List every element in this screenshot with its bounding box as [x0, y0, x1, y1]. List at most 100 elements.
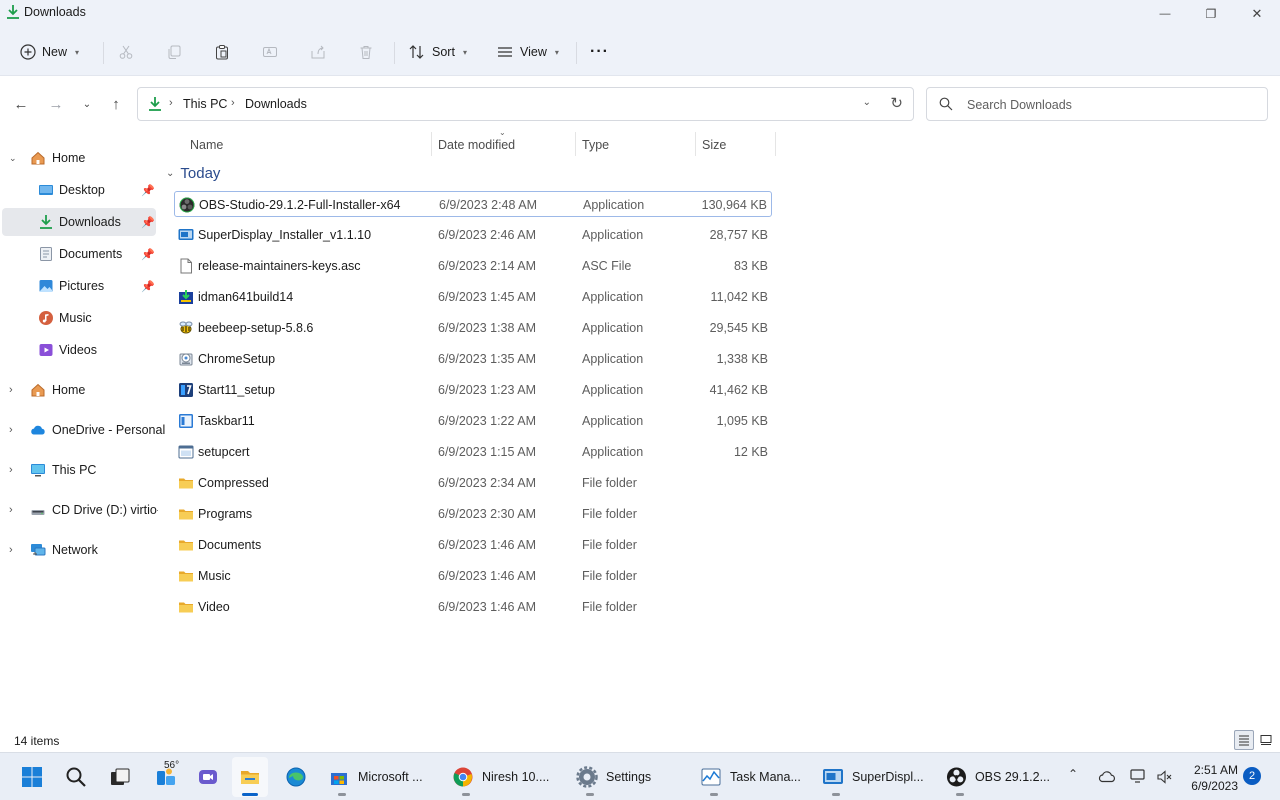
file-row[interactable]: Start11_setup 6/9/2023 1:23 AM Applicati…	[174, 377, 772, 403]
widgets-button[interactable]: 56°	[146, 757, 186, 797]
start-button[interactable]	[14, 757, 50, 797]
volume-muted-icon[interactable]	[1156, 769, 1172, 785]
sidebar-item-pictures[interactable]: Pictures 📌	[0, 272, 158, 300]
column-divider[interactable]	[775, 132, 776, 156]
rename-button[interactable]	[262, 38, 278, 66]
taskbar-app-settings[interactable]: Settings	[570, 757, 680, 797]
up-button[interactable]: ↑	[104, 92, 128, 116]
address-dropdown-icon[interactable]: ⌄	[863, 97, 871, 108]
chevron-right-icon[interactable]: ›	[9, 424, 13, 436]
chevron-right-icon[interactable]: ›	[9, 384, 13, 396]
group-header-today[interactable]: ⌄ Today	[166, 165, 220, 182]
file-row[interactable]: SuperDisplay_Installer_v1.1.10 6/9/2023 …	[174, 222, 772, 248]
share-icon	[311, 45, 325, 59]
file-date: 6/9/2023 1:15 AM	[438, 445, 536, 459]
address-bar[interactable]: › This PC › Downloads ⌄ ↻	[137, 87, 914, 121]
column-divider[interactable]	[575, 132, 576, 156]
column-header-type[interactable]: Type	[582, 138, 609, 158]
taskbar-app-task-manager[interactable]: Task Mana...	[694, 757, 804, 797]
maximize-button[interactable]: ❐	[1188, 0, 1234, 28]
tiles-view-button[interactable]	[1256, 730, 1276, 750]
chevron-down-icon[interactable]: ⌄	[9, 153, 17, 164]
file-row[interactable]: beebeep-setup-5.8.6 6/9/2023 1:38 AM App…	[174, 315, 772, 341]
show-hidden-icons-chevron-up-icon[interactable]: ⌃	[1068, 767, 1078, 781]
copy-button[interactable]	[166, 38, 182, 66]
chevron-right-icon[interactable]: ›	[9, 544, 13, 556]
taskbar-app-chrome[interactable]: Niresh 10....	[446, 757, 556, 797]
sidebar-item-home[interactable]: ⌄ Home	[0, 144, 158, 172]
task-view-button[interactable]	[102, 757, 138, 797]
file-row[interactable]: setupcert 6/9/2023 1:15 AM Application 1…	[174, 439, 772, 465]
close-button[interactable]: ✕	[1234, 0, 1280, 28]
taskbar-app-obs[interactable]: OBS 29.1.2...	[940, 757, 1050, 797]
network-tray-icon[interactable]	[1130, 768, 1148, 784]
paste-button[interactable]	[214, 38, 230, 66]
sort-button[interactable]: Sort ▾	[408, 38, 467, 66]
cut-button[interactable]	[118, 38, 134, 66]
file-row[interactable]: OBS-Studio-29.1.2-Full-Installer-x64 6/9…	[174, 191, 772, 217]
column-header-size[interactable]: Size	[702, 138, 726, 158]
forward-button[interactable]: →	[44, 92, 68, 116]
edge-button[interactable]	[278, 757, 314, 797]
details-view-button[interactable]	[1234, 730, 1254, 750]
teams-chat-button[interactable]	[190, 757, 226, 797]
file-row[interactable]: Taskbar11 6/9/2023 1:22 AM Application 1…	[174, 408, 772, 434]
file-size: 130,964 KB	[701, 198, 767, 212]
pin-icon: 📌	[141, 216, 155, 229]
taskbar-app-label: OBS 29.1.2...	[974, 770, 1050, 784]
sidebar-item-onedrive[interactable]: › OneDrive - Personal	[0, 416, 165, 444]
view-button[interactable]: View ▾	[496, 38, 559, 66]
column-divider[interactable]	[695, 132, 696, 156]
file-explorer-button[interactable]	[232, 757, 268, 797]
chevron-right-icon[interactable]: ›	[9, 504, 13, 516]
column-header-date-modified[interactable]: Date modified	[438, 138, 515, 158]
network-icon	[31, 544, 46, 556]
breadcrumb-downloads[interactable]: Downloads	[245, 97, 307, 111]
file-type: File folder	[582, 569, 637, 583]
search-input[interactable]	[967, 95, 1257, 115]
system-clock[interactable]: 2:51 AM 6/9/2023	[1186, 762, 1238, 794]
sidebar-item-home-2[interactable]: › Home	[0, 376, 158, 404]
new-button[interactable]: New ▾	[20, 38, 79, 66]
notification-badge[interactable]: 2	[1243, 767, 1261, 785]
folder-row[interactable]: Video 6/9/2023 1:46 AM File folder	[174, 594, 772, 620]
folder-row[interactable]: Documents 6/9/2023 1:46 AM File folder	[174, 532, 772, 558]
sidebar-item-this-pc[interactable]: › This PC	[0, 456, 158, 484]
column-header-name[interactable]: Name	[190, 138, 223, 158]
weather-temperature: 56°	[164, 760, 180, 771]
onedrive-tray-icon[interactable]	[1098, 769, 1116, 783]
folder-row[interactable]: Compressed 6/9/2023 2:34 AM File folder	[174, 470, 772, 496]
chevron-right-icon[interactable]: ›	[9, 464, 13, 476]
search-box[interactable]	[926, 87, 1268, 121]
clock-time: 2:51 AM	[1193, 763, 1238, 777]
file-size: 1,095 KB	[716, 414, 768, 428]
file-row[interactable]: release-maintainers-keys.asc 6/9/2023 2:…	[174, 253, 772, 279]
breadcrumb-this-pc[interactable]: This PC	[183, 97, 227, 111]
sidebar-item-downloads[interactable]: Downloads 📌	[2, 208, 156, 236]
share-button[interactable]	[310, 38, 326, 66]
taskbar-app-superdisplay[interactable]: SuperDispl...	[816, 757, 928, 797]
delete-button[interactable]	[358, 38, 374, 66]
file-type: Application	[583, 198, 645, 212]
minimize-button[interactable]: —	[1142, 0, 1188, 28]
file-date: 6/9/2023 1:35 AM	[438, 352, 536, 366]
sidebar-item-videos[interactable]: Videos	[0, 336, 158, 364]
sidebar-item-music[interactable]: Music	[0, 304, 158, 332]
windows-logo-icon	[22, 767, 42, 787]
sidebar-item-network[interactable]: › Network	[0, 536, 158, 564]
file-row[interactable]: ChromeSetup 6/9/2023 1:35 AM Application…	[174, 346, 772, 372]
file-row[interactable]: idman641build14 6/9/2023 1:45 AM Applica…	[174, 284, 772, 310]
sidebar-item-label: Documents	[59, 247, 123, 261]
column-divider[interactable]	[431, 132, 432, 156]
taskbar-app-microsoft-store[interactable]: Microsoft ...	[322, 757, 432, 797]
recent-locations-button[interactable]: ⌄	[75, 92, 99, 116]
more-options-button[interactable]: ···	[590, 38, 609, 66]
sidebar-item-cd-drive[interactable]: › CD Drive (D:) virtio-win	[0, 496, 158, 524]
sidebar-item-documents[interactable]: Documents 📌	[0, 240, 158, 268]
folder-row[interactable]: Programs 6/9/2023 2:30 AM File folder	[174, 501, 772, 527]
back-button[interactable]: ←	[9, 92, 33, 116]
folder-row[interactable]: Music 6/9/2023 1:46 AM File folder	[174, 563, 772, 589]
refresh-icon[interactable]: ↻	[890, 94, 903, 112]
search-button[interactable]	[58, 757, 94, 797]
sidebar-item-desktop[interactable]: Desktop 📌	[0, 176, 158, 204]
